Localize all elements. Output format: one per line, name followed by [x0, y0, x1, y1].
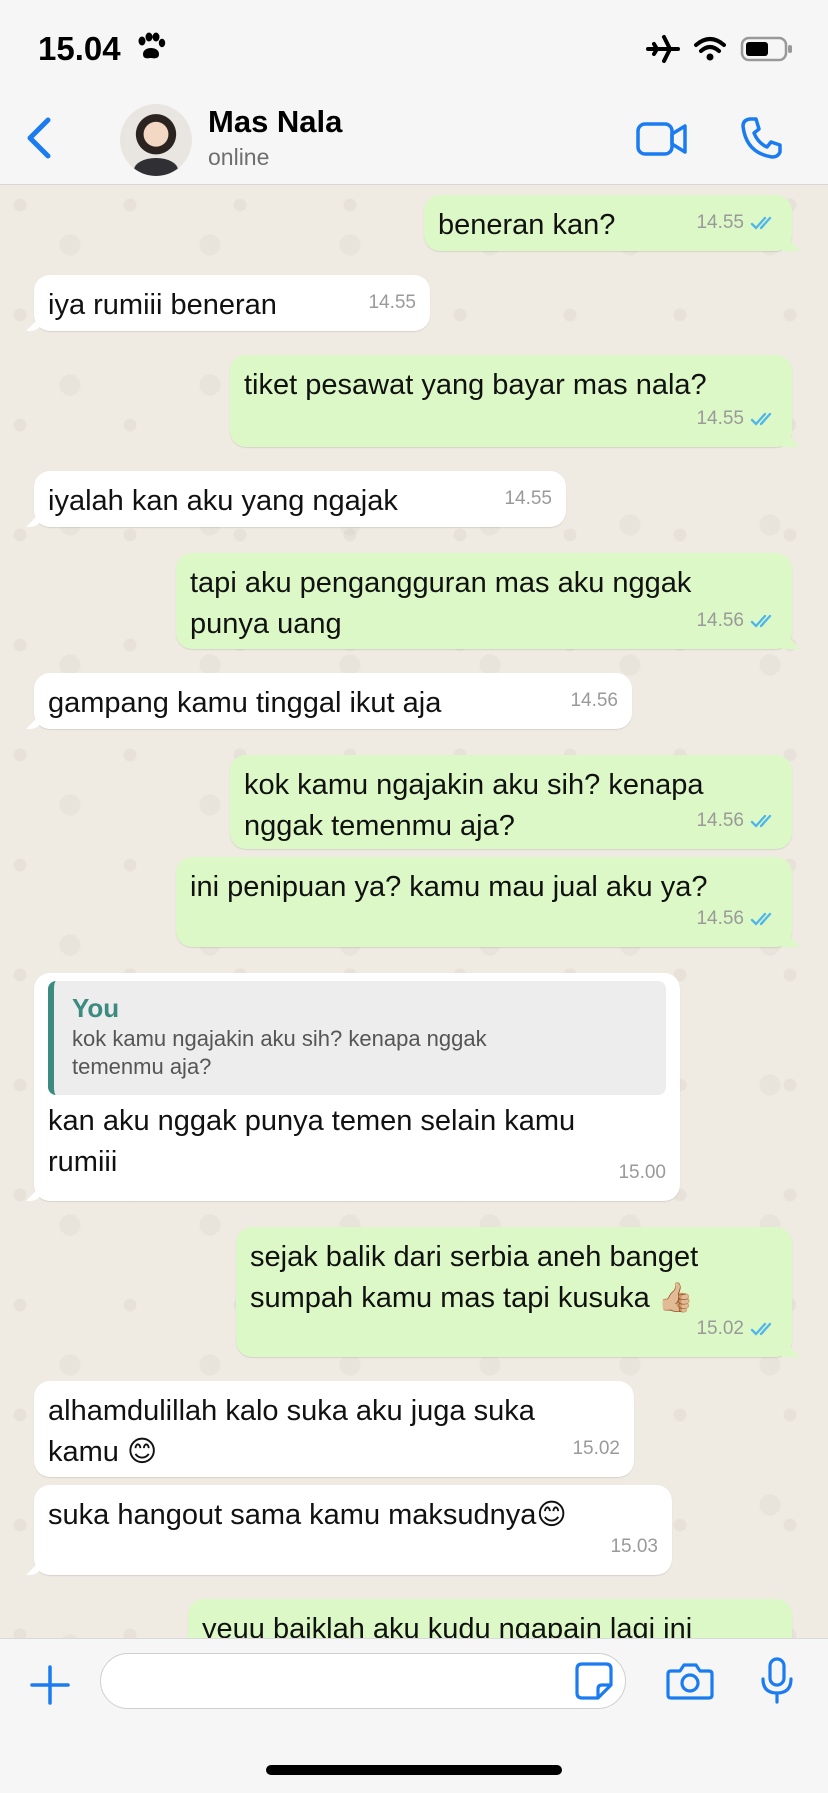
message-bubble-out[interactable]: ini penipuan ya? kamu mau jual aku ya? 1… [176, 857, 792, 947]
message-time: 14.56 [570, 690, 618, 711]
message-bubble-in[interactable]: alhamdulillah kalo suka aku juga suka ka… [34, 1381, 634, 1477]
message-time: 15.02 [572, 1438, 620, 1459]
status-time: 15.04 [38, 30, 121, 67]
message-text: gampang kamu tinggal ikut aja [48, 687, 442, 719]
message-meta: 14.55 [696, 202, 778, 243]
airplane-icon [646, 35, 680, 63]
message-bubble-out[interactable]: kok kamu ngajakin aku sih? kenapa nggak … [230, 755, 792, 849]
message-bubble-in[interactable]: You kok kamu ngajakin aku sih? kenapa ng… [34, 973, 680, 1201]
battery-icon [740, 36, 792, 62]
message-bubble-in[interactable]: iya rumiii beneran 14.55 [34, 275, 430, 331]
contact-status: online [208, 144, 270, 170]
input-bar [0, 1638, 828, 1793]
avatar[interactable] [120, 104, 192, 176]
message-meta: 14.56 [696, 800, 778, 841]
message-text: sejak balik dari serbia aneh banget sump… [250, 1241, 699, 1314]
read-ticks-icon [750, 614, 772, 628]
message-bubble-out[interactable]: sejak balik dari serbia aneh banget sump… [236, 1227, 792, 1357]
message-text: beneran kan? [438, 209, 616, 241]
message-time: 14.55 [368, 292, 416, 313]
message-bubble-out[interactable]: yeuu baiklah aku kudu ngapain lagi ini [188, 1599, 792, 1638]
quoted-reply[interactable]: You kok kamu ngajakin aku sih? kenapa ng… [48, 981, 666, 1095]
message-text: tapi aku pengangguran mas aku nggak puny… [190, 567, 692, 640]
message-text: kok kamu ngajakin aku sih? kenapa nggak … [244, 769, 704, 842]
message-time: 15.00 [618, 1162, 666, 1183]
read-ticks-icon [750, 412, 772, 426]
message-text: yeuu baiklah aku kudu ngapain lagi ini [202, 1613, 693, 1638]
message-bubble-in[interactable]: suka hangout sama kamu maksudnya😊 15.03 [34, 1485, 672, 1575]
quoted-author: You [72, 993, 120, 1023]
quoted-text: kok kamu ngajakin aku sih? kenapa nggak … [72, 1026, 487, 1079]
back-chevron-icon[interactable] [22, 114, 58, 162]
message-time: 15.03 [610, 1536, 658, 1557]
chat-header: Mas Nala online [0, 92, 828, 185]
read-ticks-icon [750, 1322, 772, 1336]
read-ticks-icon [750, 814, 772, 828]
message-time: 14.55 [696, 212, 744, 233]
read-ticks-icon [750, 912, 772, 926]
message-meta: 15.03 [610, 1526, 658, 1567]
message-meta: 15.02 [572, 1428, 620, 1469]
camera-icon[interactable] [666, 1661, 714, 1701]
plus-icon[interactable] [28, 1663, 72, 1707]
message-meta: 14.56 [696, 600, 778, 641]
message-text: tiket pesawat yang bayar mas nala? [244, 369, 707, 401]
message-bubble-out[interactable]: tiket pesawat yang bayar mas nala? 14.55 [230, 355, 792, 447]
message-input[interactable] [100, 1653, 626, 1709]
paw-icon [138, 32, 166, 59]
message-bubble-in[interactable]: iyalah kan aku yang ngajak 14.55 [34, 471, 566, 527]
sticker-icon[interactable] [574, 1661, 614, 1701]
message-bubble-out[interactable]: tapi aku pengangguran mas aku nggak puny… [176, 553, 792, 649]
wifi-icon [694, 37, 726, 61]
message-meta: 15.00 [618, 1152, 666, 1193]
message-text: ini penipuan ya? kamu mau jual aku ya? [190, 871, 708, 903]
contact-name[interactable]: Mas Nala [208, 104, 342, 140]
message-text: kan aku nggak punya temen selain kamu ru… [48, 1105, 576, 1178]
message-text: alhamdulillah kalo suka aku juga suka ka… [48, 1395, 535, 1468]
message-meta: 14.55 [504, 478, 552, 519]
message-text: iya rumiii beneran [48, 289, 277, 321]
message-text: iyalah kan aku yang ngajak [48, 485, 398, 517]
video-call-icon[interactable] [636, 120, 688, 158]
status-bar: 15.04 [0, 0, 828, 92]
message-time: 14.55 [696, 408, 744, 429]
message-meta: 14.56 [570, 680, 618, 721]
microphone-icon[interactable] [760, 1657, 794, 1705]
message-time: 14.56 [696, 908, 744, 929]
phone-icon[interactable] [740, 116, 782, 160]
message-meta: 14.55 [696, 398, 778, 439]
message-bubble-in[interactable]: gampang kamu tinggal ikut aja 14.56 [34, 673, 632, 729]
message-bubble-out[interactable]: beneran kan? 14.55 [424, 195, 792, 251]
message-text: suka hangout sama kamu maksudnya😊 [48, 1499, 567, 1531]
message-meta: 15.02 [696, 1308, 778, 1349]
read-ticks-icon [750, 216, 772, 230]
message-meta: 14.55 [368, 282, 416, 323]
message-list[interactable]: beneran kan? 14.55 iya rumiii beneran 14… [0, 185, 828, 1638]
message-time: 15.02 [696, 1318, 744, 1339]
message-time: 14.55 [504, 488, 552, 509]
message-time: 14.56 [696, 810, 744, 831]
home-indicator [266, 1765, 562, 1775]
message-meta: 14.56 [696, 898, 778, 939]
message-time: 14.56 [696, 610, 744, 631]
